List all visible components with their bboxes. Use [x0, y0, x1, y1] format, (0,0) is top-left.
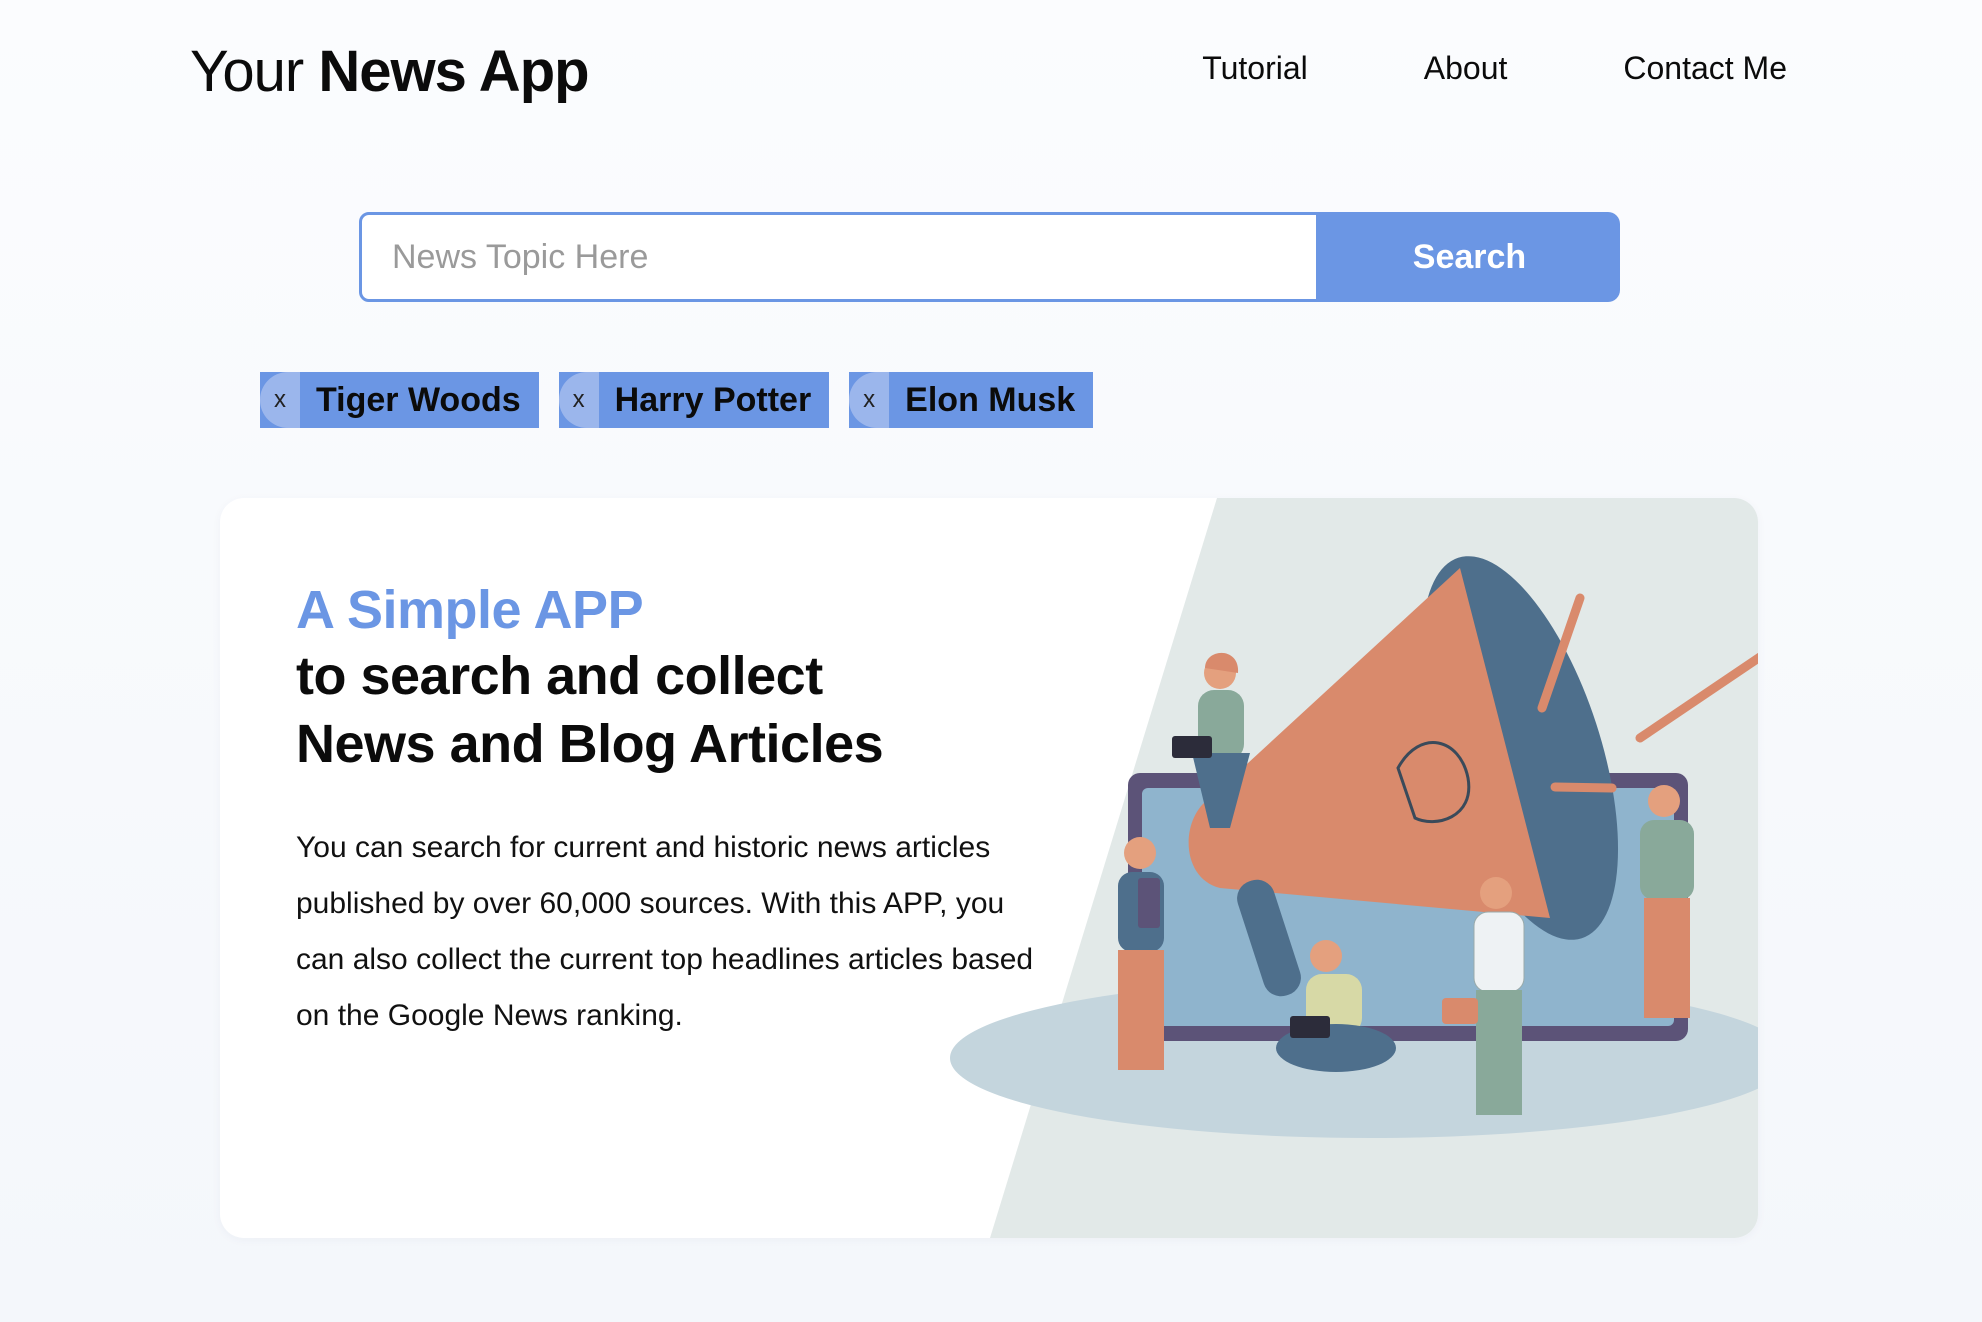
- hero-card: A Simple APP to search and collect News …: [220, 498, 1758, 1238]
- laptop-icon: [1172, 736, 1212, 758]
- chip-remove-button[interactable]: x: [260, 372, 300, 428]
- person-head: [1480, 877, 1512, 909]
- main-nav: Tutorial About Contact Me: [1202, 50, 1787, 87]
- search-input[interactable]: [359, 212, 1319, 302]
- chip-label[interactable]: Elon Musk: [889, 381, 1093, 420]
- person-legs: [1476, 990, 1522, 1115]
- sound-line: [1550, 782, 1617, 793]
- brand-light-text: Your: [190, 39, 304, 104]
- laptop-icon: [1290, 1016, 1330, 1038]
- person-head: [1648, 785, 1680, 817]
- person-shirt: [1473, 911, 1525, 993]
- hero-title: A Simple APP: [296, 580, 644, 640]
- hero-subtitle-line1: to search and collect: [296, 646, 823, 706]
- person-head: [1310, 940, 1342, 972]
- nav-link-tutorial[interactable]: Tutorial: [1202, 50, 1308, 87]
- person-shirt: [1640, 820, 1694, 900]
- nav-link-contact[interactable]: Contact Me: [1623, 50, 1787, 87]
- topic-chips: x Tiger Woods x Harry Potter x Elon Musk: [260, 372, 1094, 428]
- nav-link-about[interactable]: About: [1424, 50, 1508, 87]
- chip-remove-button[interactable]: x: [849, 372, 890, 428]
- search-button[interactable]: Search: [1319, 212, 1620, 302]
- topic-chip: x Elon Musk: [849, 372, 1094, 428]
- hero-description: You can search for current and historic …: [296, 831, 1034, 1032]
- topic-chip: x Tiger Woods: [260, 372, 539, 428]
- brand-logo[interactable]: Your News App: [190, 38, 590, 105]
- hero-text: A Simple APP to search and collect News …: [296, 578, 1036, 1044]
- search-bar: Search: [359, 212, 1620, 302]
- briefcase-icon: [1442, 998, 1478, 1024]
- chip-remove-button[interactable]: x: [558, 372, 599, 428]
- chip-label[interactable]: Tiger Woods: [300, 381, 539, 420]
- person-head: [1124, 837, 1156, 869]
- person-legs: [1644, 898, 1690, 1018]
- hero-subtitle-line2: News and Blog Articles: [296, 714, 884, 774]
- chip-label[interactable]: Harry Potter: [599, 381, 830, 420]
- person-legs: [1118, 950, 1164, 1070]
- brand-bold-text: News App: [318, 39, 589, 104]
- topic-chip: x Harry Potter: [558, 372, 830, 428]
- tablet-icon: [1138, 878, 1160, 928]
